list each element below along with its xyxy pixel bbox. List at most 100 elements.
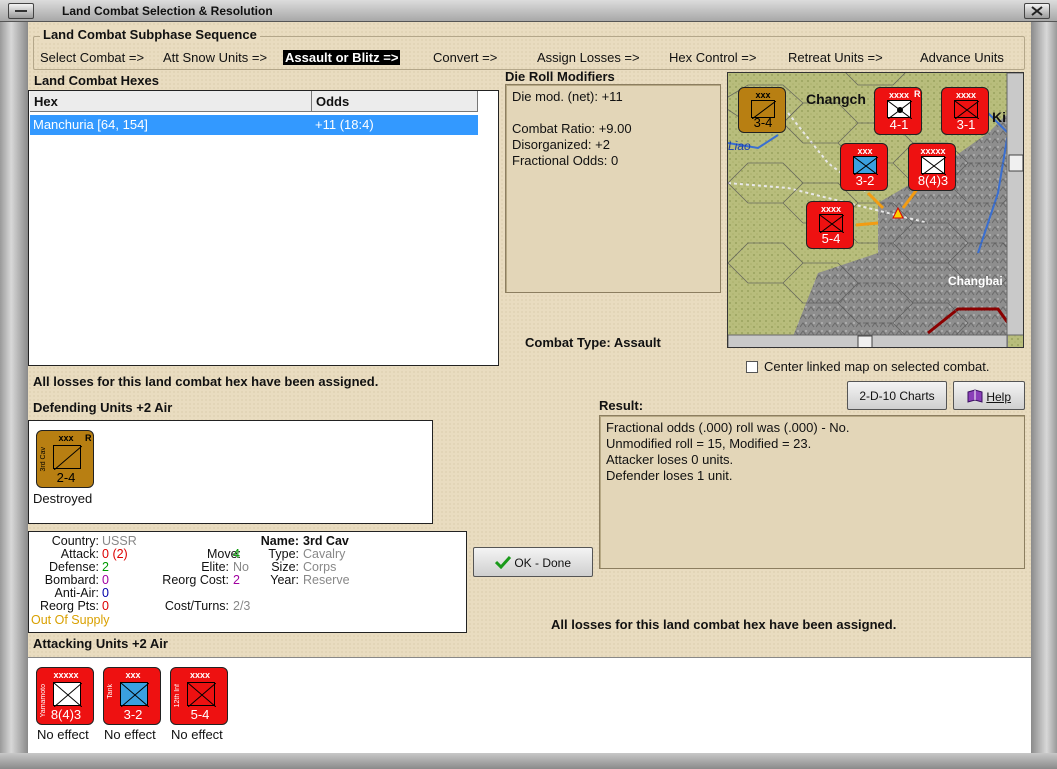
ok-done-label: OK - Done	[514, 556, 572, 570]
map-counter[interactable]: xxxx R 4-1	[874, 87, 922, 135]
counter-size: xxx	[755, 90, 771, 100]
window-frame-bottom	[0, 753, 1057, 769]
antiair-value: 0	[102, 586, 109, 600]
die-roll-modifiers-label: Die Roll Modifiers	[505, 69, 615, 84]
combat-type-label: Combat Type:	[525, 335, 611, 350]
window-frame-left	[0, 22, 28, 769]
center-map-label[interactable]: Center linked map on selected combat.	[764, 359, 989, 374]
armor-symbol-icon	[120, 682, 150, 708]
modifier-line: Combat Ratio: +9.00	[512, 121, 632, 136]
step-att-snow-units: Att Snow Units =>	[163, 50, 268, 65]
map-label-changch: Changch	[806, 91, 866, 107]
cost-turns-key: Cost/Turns:	[164, 599, 229, 613]
checkmark-icon	[494, 555, 512, 570]
elite-key: Elite:	[201, 560, 229, 574]
unit-info-box: Country: USSR Attack: 0 (2) Defense: 2 B…	[28, 531, 467, 633]
combat-type-value: Assault	[613, 335, 661, 350]
attack-key: Attack:	[60, 547, 99, 561]
result-label: Result:	[599, 398, 644, 413]
counter-size: xxxx	[820, 204, 842, 214]
system-menu-button[interactable]	[8, 3, 34, 19]
result-line: Defender loses 1 unit.	[606, 468, 733, 483]
counter-strength: 3-1	[956, 117, 976, 132]
hex-table[interactable]: Hex Odds Manchuria [64, 154] +11 (18:4)	[28, 90, 499, 366]
close-button[interactable]	[1024, 3, 1050, 19]
table-row[interactable]: Manchuria [64, 154] +11 (18:4)	[30, 115, 478, 135]
year-key: Year:	[270, 573, 299, 587]
infantry-symbol-icon	[187, 682, 217, 708]
dash-icon	[15, 10, 27, 12]
counter-strength: 5-4	[821, 231, 841, 246]
window-title: Land Combat Selection & Resolution	[62, 4, 273, 18]
counter-strength: 2-4	[56, 470, 76, 485]
unit-counter-3rd-cav[interactable]: xxx R 3rd Cav 2-4	[36, 430, 94, 488]
reorg-pts-value: 0	[102, 599, 109, 613]
combat-type: Combat Type: Assault	[525, 335, 661, 350]
step-advance-units: Advance Units	[920, 50, 1004, 65]
infantry-symbol-icon	[819, 214, 845, 234]
counter-strength: 8(4)3	[917, 173, 949, 188]
reorg-pts-key: Reorg Pts:	[39, 599, 99, 613]
help-button[interactable]: Help	[953, 381, 1025, 410]
center-map-checkbox[interactable]	[746, 361, 758, 373]
size-key: Size:	[271, 560, 299, 574]
column-header-hex[interactable]: Hex	[30, 91, 312, 112]
counter-size: xxxx	[189, 670, 211, 680]
attack-value: 0 (2)	[102, 547, 128, 561]
name-value: 3rd Cav	[303, 534, 349, 548]
year-value: Reserve	[303, 573, 350, 587]
unit-status: No effect	[37, 727, 89, 742]
map-counter[interactable]: xxxxx 8(4)3	[908, 143, 956, 191]
counter-size: xxxx	[955, 90, 977, 100]
reorg-cost-key: Reorg Cost:	[162, 573, 229, 587]
modifier-line: Disorganized: +2	[512, 137, 610, 152]
step-hex-control: Hex Control =>	[669, 50, 757, 65]
map-counter[interactable]: xxx 3-4	[738, 87, 786, 133]
antiair-key: Anti-Air:	[54, 586, 99, 600]
defense-key: Defense:	[48, 560, 99, 574]
counter-strength: 3-2	[855, 173, 875, 188]
linked-map[interactable]: Changch Ki Liao Changbai xxx 3-4 xxxx R …	[727, 72, 1024, 348]
defending-units-box: xxx R 3rd Cav 2-4 Destroyed	[28, 420, 433, 524]
ok-done-button[interactable]: OK - Done	[473, 547, 593, 577]
book-icon	[967, 389, 983, 403]
result-line: Fractional odds (.000) roll was (.000) -…	[606, 420, 850, 435]
unit-counter-12th-inf[interactable]: xxxx 12th Inf 5-4	[170, 667, 228, 725]
counter-strength: 3-4	[753, 115, 773, 130]
counter-strength: 5-4	[190, 707, 210, 722]
step-select-combat: Select Combat =>	[40, 50, 145, 65]
attacking-units-label: Attacking Units +2 Air	[33, 636, 168, 651]
unit-counter-tank[interactable]: xxx Tank 3-2	[103, 667, 161, 725]
infantry-symbol-icon	[954, 100, 980, 120]
map-label-changbai: Changbai	[948, 274, 1003, 288]
counter-unit-name: 12th Inf	[174, 684, 181, 708]
elite-value: No	[233, 560, 249, 574]
counter-size: xxx	[857, 146, 873, 156]
result-line: Unmodified roll = 15, Modified = 23.	[606, 436, 812, 451]
unit-counter-yamamoto[interactable]: xxxxx Yamamoto 8(4)3	[36, 667, 94, 725]
column-header-odds[interactable]: Odds	[312, 91, 478, 112]
counter-strength: 3-2	[123, 707, 143, 722]
map-counter[interactable]: xxxx 3-1	[941, 87, 989, 135]
losses-assigned-message: All losses for this land combat hex have…	[33, 374, 379, 389]
result-line: Attacker loses 0 units.	[606, 452, 734, 467]
losses-assigned-message-2: All losses for this land combat hex have…	[551, 617, 897, 632]
map-counter[interactable]: xxx 3-2	[840, 143, 888, 191]
window-frame-right	[1031, 22, 1057, 769]
counter-size: xxxxx	[53, 670, 79, 680]
map-counter[interactable]: xxxx 5-4	[806, 201, 854, 249]
name-key: Name:	[260, 534, 299, 548]
subphase-sequence-title: Land Combat Subphase Sequence	[40, 27, 260, 42]
title-bar[interactable]: Land Combat Selection & Resolution	[0, 0, 1057, 22]
move-key: Move:	[206, 547, 241, 561]
map-label-liao: Liao	[728, 139, 751, 153]
cost-turns-value: 2/3	[233, 599, 251, 613]
charts-button[interactable]: 2-D-10 Charts	[847, 381, 947, 410]
result-box: Fractional odds (.000) roll was (.000) -…	[599, 415, 1025, 569]
reorg-cost-value: 2	[233, 573, 240, 587]
counter-size: xxxxx	[920, 146, 946, 156]
supply-status: Out Of Supply	[31, 613, 110, 627]
step-assign-losses: Assign Losses =>	[537, 50, 640, 65]
counter-strength: 4-1	[889, 117, 909, 132]
unit-status: Destroyed	[33, 491, 93, 506]
